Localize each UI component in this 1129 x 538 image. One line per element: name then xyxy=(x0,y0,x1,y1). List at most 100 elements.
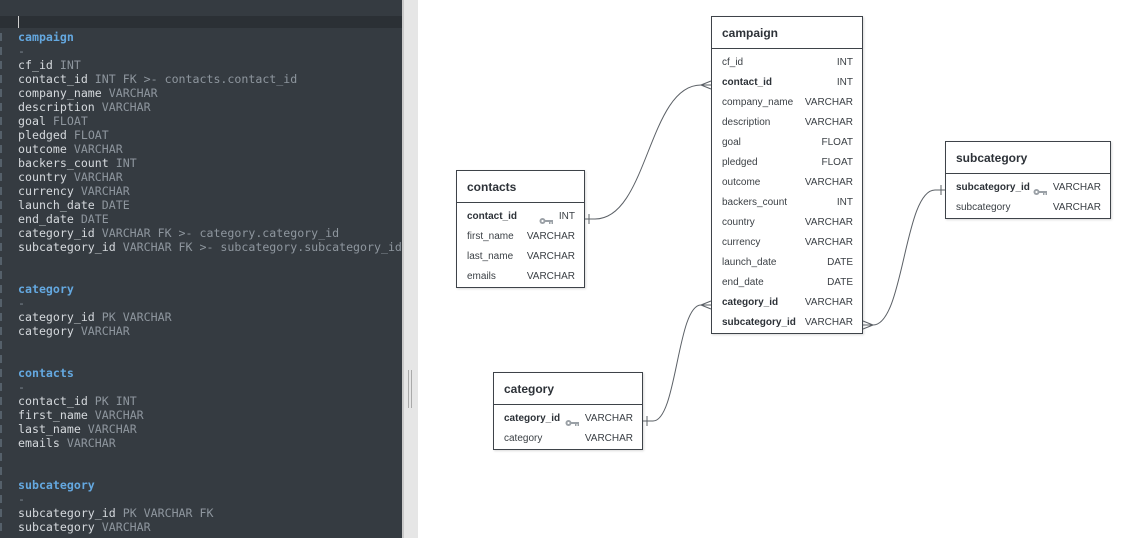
code-type-text: VARCHAR xyxy=(73,324,130,338)
field-type: VARCHAR xyxy=(804,297,853,308)
pane-splitter[interactable] xyxy=(402,0,418,538)
code-type-text: VARCHAR xyxy=(59,436,116,450)
code-line: contacts xyxy=(18,366,402,380)
gutter-marker xyxy=(0,33,2,41)
gutter-marker xyxy=(0,103,2,111)
gutter-marker xyxy=(0,453,2,461)
field-row[interactable]: goal FLOAT xyxy=(712,133,862,153)
gutter-marker xyxy=(0,495,2,503)
code-field-name: country xyxy=(18,170,67,184)
field-type: VARCHAR xyxy=(804,317,853,328)
code-type-text: DATE xyxy=(73,212,109,226)
field-row[interactable]: company_name VARCHAR xyxy=(712,93,862,113)
field-row[interactable]: contact_id INT xyxy=(712,73,862,93)
field-type: VARCHAR xyxy=(804,97,853,108)
field-row[interactable]: cf_id INT xyxy=(712,53,862,73)
table-category[interactable]: category category_id VARCHAR category VARCHA… xyxy=(493,372,643,450)
field-name: currency xyxy=(722,237,761,248)
field-row[interactable]: launch_date DATE xyxy=(712,253,862,273)
code-field-name: emails xyxy=(18,436,60,450)
field-name: category xyxy=(504,433,543,444)
code-line: pledged FLOAT xyxy=(18,128,402,142)
table-fields: contact_id INT first_name VARCHAR last_name V… xyxy=(457,203,584,287)
field-row[interactable]: category_id VARCHAR xyxy=(494,409,642,429)
field-row[interactable]: end_date DATE xyxy=(712,273,862,293)
field-row[interactable]: category_id VARCHAR xyxy=(712,293,862,313)
table-title[interactable]: campaign xyxy=(712,17,862,49)
table-title[interactable]: category xyxy=(494,373,642,405)
code-separator: - xyxy=(18,492,25,506)
active-line-highlight xyxy=(0,16,402,28)
field-type: FLOAT xyxy=(821,137,853,148)
table-campaign[interactable]: campaign cf_id INT contact_id INT company_nam… xyxy=(711,16,863,334)
code-line: description VARCHAR xyxy=(18,100,402,114)
field-row[interactable]: outcome VARCHAR xyxy=(712,173,862,193)
splitter-grip-line xyxy=(408,370,409,408)
table-title[interactable]: contacts xyxy=(457,171,584,203)
gutter-marker xyxy=(0,383,2,391)
code-field-name: currency xyxy=(18,184,74,198)
code-field-name: backers_count xyxy=(18,156,109,170)
field-type: INT xyxy=(836,77,853,88)
code-line: contact_id INT FK >- contacts.contact_id xyxy=(18,72,402,86)
gutter-marker xyxy=(0,467,2,475)
field-name: end_date xyxy=(722,277,764,288)
field-row[interactable]: country VARCHAR xyxy=(712,213,862,233)
gutter-marker xyxy=(0,355,2,363)
gutter-marker xyxy=(0,145,2,153)
table-contacts[interactable]: contacts contact_id INT first_name VARCHAR la… xyxy=(456,170,585,288)
code-type-text: PK VARCHAR FK xyxy=(115,506,214,520)
code-field-name: category_id xyxy=(18,310,95,324)
diagram-canvas[interactable]: campaign cf_id INT contact_id INT company_nam… xyxy=(418,0,1129,538)
code-type-text: VARCHAR xyxy=(94,520,151,534)
code-type-text: INT FK >- contacts.contact_id xyxy=(87,72,298,86)
field-row[interactable]: currency VARCHAR xyxy=(712,233,862,253)
code-line: subcategory_id VARCHAR FK >- subcategory… xyxy=(18,240,402,254)
gutter-marker xyxy=(0,411,2,419)
field-type: DATE xyxy=(827,277,853,288)
code-line: end_date DATE xyxy=(18,212,402,226)
gutter-marker xyxy=(0,299,2,307)
primary-key-icon xyxy=(565,415,579,426)
field-row[interactable]: pledged FLOAT xyxy=(712,153,862,173)
code-table-heading: subcategory xyxy=(18,478,95,492)
code-field-name: outcome xyxy=(18,142,67,156)
field-row[interactable]: emails VARCHAR xyxy=(457,267,584,287)
schema-code[interactable]: campaign - cf_id INT contact_id INT FK >- c… xyxy=(18,30,402,534)
field-name: emails xyxy=(467,271,496,282)
gutter-marker xyxy=(0,159,2,167)
table-title[interactable]: subcategory xyxy=(946,142,1110,174)
code-separator: - xyxy=(18,380,25,394)
code-line: - xyxy=(18,492,402,506)
gutter-marker xyxy=(0,89,2,97)
code-separator: - xyxy=(18,296,25,310)
code-field-name: description xyxy=(18,100,95,114)
field-row[interactable]: subcategory_id VARCHAR xyxy=(712,313,862,333)
code-type-text: PK INT xyxy=(87,394,137,408)
field-row[interactable]: backers_count INT xyxy=(712,193,862,213)
field-row[interactable]: description VARCHAR xyxy=(712,113,862,133)
code-line: subcategory_id PK VARCHAR FK xyxy=(18,506,402,520)
gutter-marker xyxy=(0,285,2,293)
code-line: cf_id INT xyxy=(18,58,402,72)
code-type-text: FLOAT xyxy=(66,128,109,142)
field-row[interactable]: first_name VARCHAR xyxy=(457,227,584,247)
schema-editor[interactable]: campaign - cf_id INT contact_id INT FK >- c… xyxy=(0,0,402,538)
code-line: category_id PK VARCHAR xyxy=(18,310,402,324)
text-cursor xyxy=(18,16,19,28)
field-row[interactable]: subcategory VARCHAR xyxy=(946,198,1110,218)
table-subcategory[interactable]: subcategory subcategory_id VARCHAR subcateg… xyxy=(945,141,1111,219)
field-row[interactable]: subcategory_id VARCHAR xyxy=(946,178,1110,198)
code-field-name: launch_date xyxy=(18,198,95,212)
field-row[interactable]: last_name VARCHAR xyxy=(457,247,584,267)
code-line: - xyxy=(18,380,402,394)
field-row[interactable]: contact_id INT xyxy=(457,207,584,227)
code-field-name: subcategory xyxy=(18,520,95,534)
field-row[interactable]: category VARCHAR xyxy=(494,429,642,449)
field-name: pledged xyxy=(722,157,758,168)
field-type: VARCHAR xyxy=(526,251,575,262)
gutter-marker xyxy=(0,201,2,209)
